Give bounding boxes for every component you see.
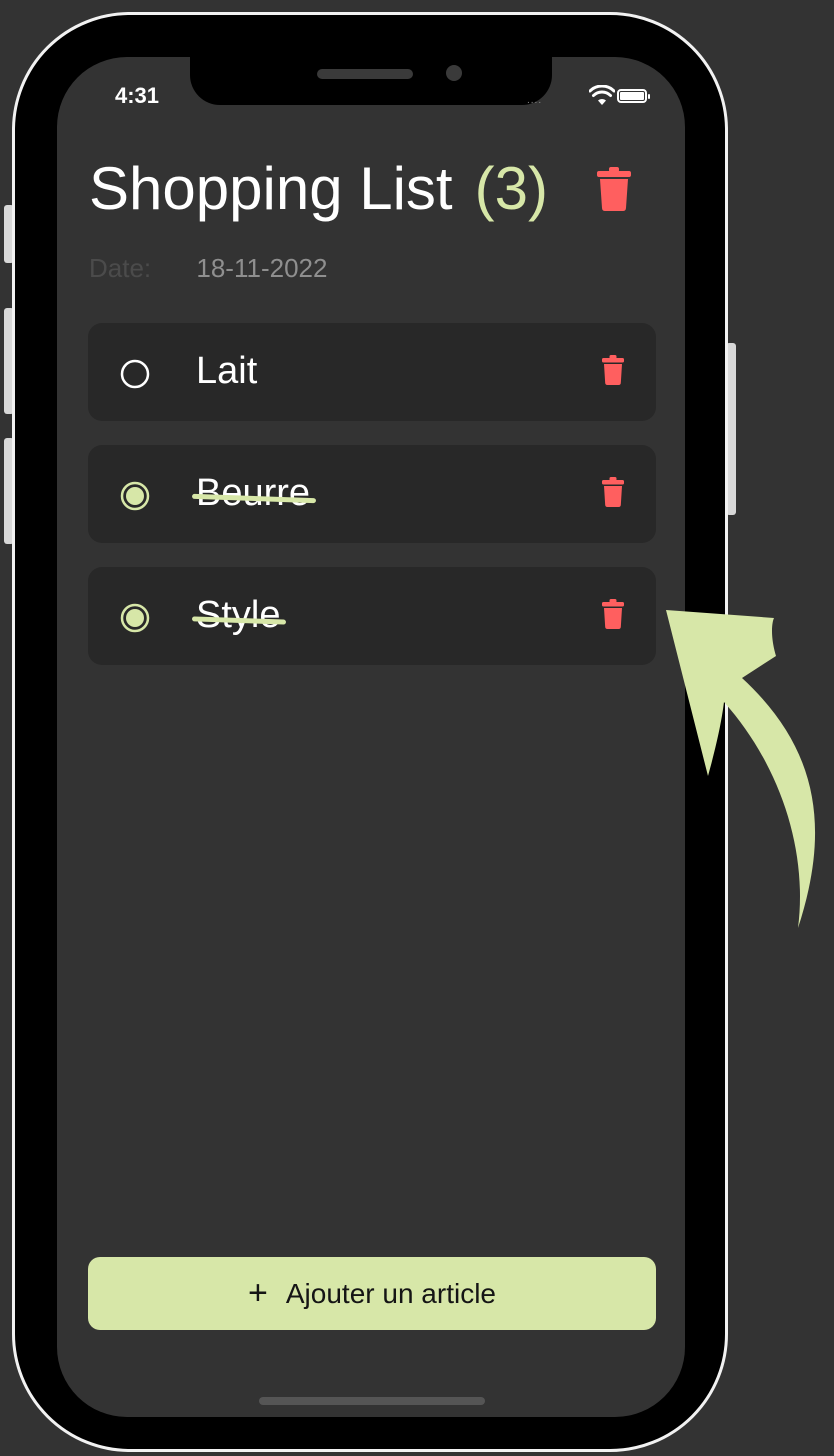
speaker — [317, 69, 413, 79]
cellular-dots: .... — [527, 95, 543, 106]
page-header: Shopping List (3) — [89, 153, 548, 223]
date-value: 18-11-2022 — [196, 253, 328, 283]
struck-text: Beurre — [191, 472, 317, 515]
unchecked-circle-icon[interactable] — [120, 359, 150, 389]
struck-text: Style — [191, 594, 287, 637]
date-row: Date: 18-11-2022 — [89, 253, 327, 284]
trash-icon[interactable] — [602, 599, 624, 629]
checked-circle-icon[interactable] — [120, 481, 150, 511]
status-time: 4:31 — [115, 83, 160, 108]
page-title: Shopping List — [89, 154, 453, 222]
item-count-badge: (3) — [474, 154, 548, 222]
wifi-icon — [589, 85, 615, 105]
curved-arrow-icon — [666, 610, 816, 928]
date-label: Date: — [89, 253, 152, 283]
checked-circle-icon[interactable] — [120, 603, 150, 633]
home-indicator — [259, 1397, 485, 1405]
item-label: Beurre — [196, 472, 311, 514]
item-label: Style — [196, 594, 281, 636]
add-item-label: Ajouter un article — [285, 1277, 496, 1309]
battery-icon — [617, 89, 650, 103]
status-icons: .... — [527, 85, 657, 109]
shopping-list: Lait Beurre Style — [88, 323, 656, 689]
list-item[interactable]: Beurre — [88, 445, 656, 543]
item-label: Lait — [196, 350, 258, 392]
list-item[interactable]: Style — [88, 567, 656, 665]
camera-icon — [446, 65, 462, 81]
app-screen: 4:31 .... Shopping List (3) Date: 18-11-… — [57, 57, 685, 1417]
notch — [190, 57, 552, 105]
delete-all-trash-icon[interactable] — [597, 167, 631, 211]
item-label-struck: Beurre — [191, 472, 317, 515]
plus-icon: + — [248, 1274, 268, 1312]
add-item-button[interactable]: + Ajouter un article — [88, 1257, 656, 1330]
item-label-struck: Style — [191, 594, 287, 637]
trash-icon[interactable] — [602, 477, 624, 507]
trash-icon[interactable] — [602, 355, 624, 385]
list-item[interactable]: Lait — [88, 323, 656, 421]
